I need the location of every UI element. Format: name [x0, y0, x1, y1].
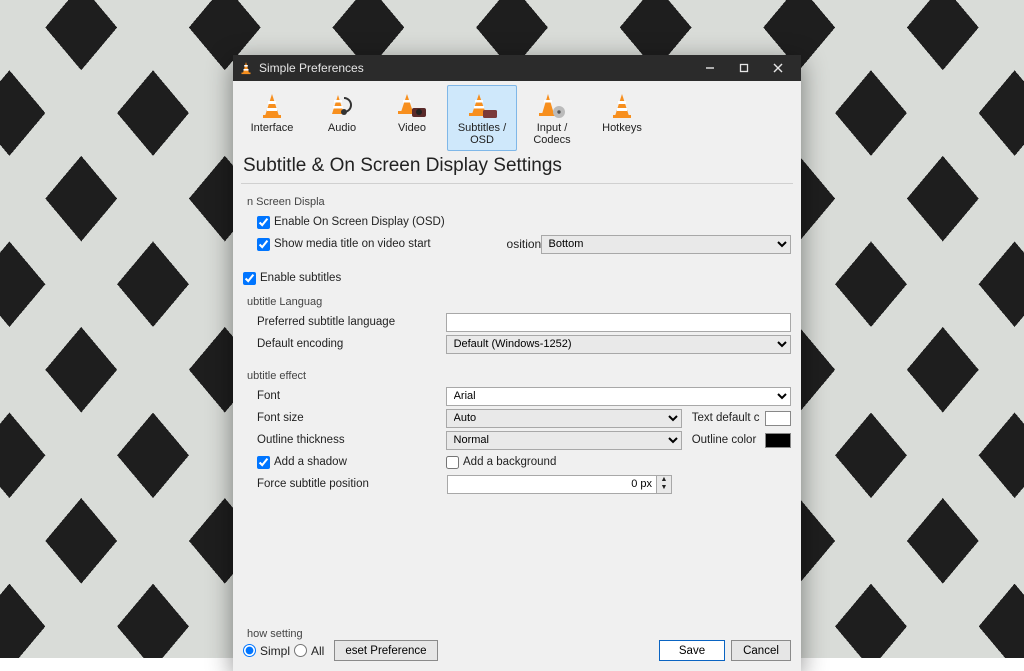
footer: how setting Simpl All eset Preference Sa… — [233, 622, 801, 671]
tab-label: Audio — [328, 122, 356, 134]
select-font[interactable]: Arial — [446, 387, 791, 406]
subtitles-icon — [450, 90, 514, 120]
label-enable-osd: Enable On Screen Display (OSD) — [274, 216, 445, 228]
label-simple: Simpl — [260, 644, 290, 658]
tab-subtitles-osd[interactable]: Subtitles / OSD — [447, 85, 517, 151]
select-font-size[interactable]: Auto — [446, 409, 682, 428]
checkbox-add-background[interactable] — [446, 456, 459, 469]
hotkeys-icon — [590, 90, 654, 120]
label-show-settings: how setting — [243, 628, 791, 640]
audio-icon — [310, 90, 374, 120]
tab-label: Subtitles / OSD — [458, 122, 506, 146]
input-codecs-icon — [520, 90, 584, 120]
label-show-title: Show media title on video start — [274, 238, 507, 250]
titlebar: Simple Preferences — [233, 55, 801, 81]
label-enable-subtitles: Enable subtitles — [260, 272, 341, 284]
label-font-size: Font size — [257, 412, 446, 424]
group-effect-title: ubtitle effect — [243, 364, 791, 384]
label-add-shadow: Add a shadow — [274, 456, 446, 468]
interface-icon — [240, 90, 304, 120]
tab-label: Input / Codecs — [533, 122, 570, 146]
label-encoding: Default encoding — [257, 338, 446, 350]
spinner-buttons[interactable]: ▲▼ — [657, 475, 672, 494]
settings-content: n Screen Displa Enable On Screen Display… — [233, 184, 801, 502]
label-pref-lang: Preferred subtitle language — [257, 316, 446, 328]
swatch-text-color[interactable] — [765, 411, 791, 426]
label-text-color: Text default c — [692, 412, 761, 424]
label-font: Font — [257, 390, 446, 402]
input-pref-lang[interactable] — [446, 313, 791, 332]
checkbox-enable-subtitles[interactable] — [243, 272, 256, 285]
select-position[interactable]: Bottom — [541, 235, 791, 254]
vlc-cone-icon — [239, 61, 253, 75]
label-all: All — [311, 644, 324, 658]
spinner-force-pos[interactable]: ▲▼ — [447, 475, 672, 494]
tab-label: Video — [398, 122, 426, 134]
tab-interface[interactable]: Interface — [237, 85, 307, 151]
maximize-button[interactable] — [727, 55, 761, 81]
radio-simple[interactable] — [243, 644, 256, 657]
radio-all[interactable] — [294, 644, 307, 657]
tab-audio[interactable]: Audio — [307, 85, 377, 151]
window-title: Simple Preferences — [259, 61, 693, 75]
label-outline: Outline thickness — [257, 434, 446, 446]
close-button[interactable] — [761, 55, 795, 81]
label-position: osition — [507, 237, 541, 251]
label-add-background: Add a background — [463, 456, 556, 468]
tab-video[interactable]: Video — [377, 85, 447, 151]
group-osd-title: n Screen Displa — [243, 190, 791, 210]
group-lang-title: ubtitle Languag — [243, 290, 791, 310]
select-encoding[interactable]: Default (Windows-1252) — [446, 335, 791, 354]
tab-label: Interface — [251, 122, 294, 134]
tab-label: Hotkeys — [602, 122, 642, 134]
tab-input-codecs[interactable]: Input / Codecs — [517, 85, 587, 151]
tab-hotkeys[interactable]: Hotkeys — [587, 85, 657, 151]
checkbox-enable-osd[interactable] — [257, 216, 270, 229]
label-outline-color: Outline color — [692, 434, 761, 446]
video-icon — [380, 90, 444, 120]
preferences-window: Simple Preferences Interface — [233, 55, 801, 671]
checkbox-show-title[interactable] — [257, 238, 270, 251]
page-title: Subtitle & On Screen Display Settings — [233, 151, 801, 183]
select-outline[interactable]: Normal — [446, 431, 682, 450]
checkbox-add-shadow[interactable] — [257, 456, 270, 469]
label-force-pos: Force subtitle position — [257, 478, 447, 490]
swatch-outline-color[interactable] — [765, 433, 791, 448]
category-toolbar: Interface Audio Video Subtitles / OSD — [233, 81, 801, 151]
minimize-button[interactable] — [693, 55, 727, 81]
input-force-pos[interactable] — [447, 475, 657, 494]
